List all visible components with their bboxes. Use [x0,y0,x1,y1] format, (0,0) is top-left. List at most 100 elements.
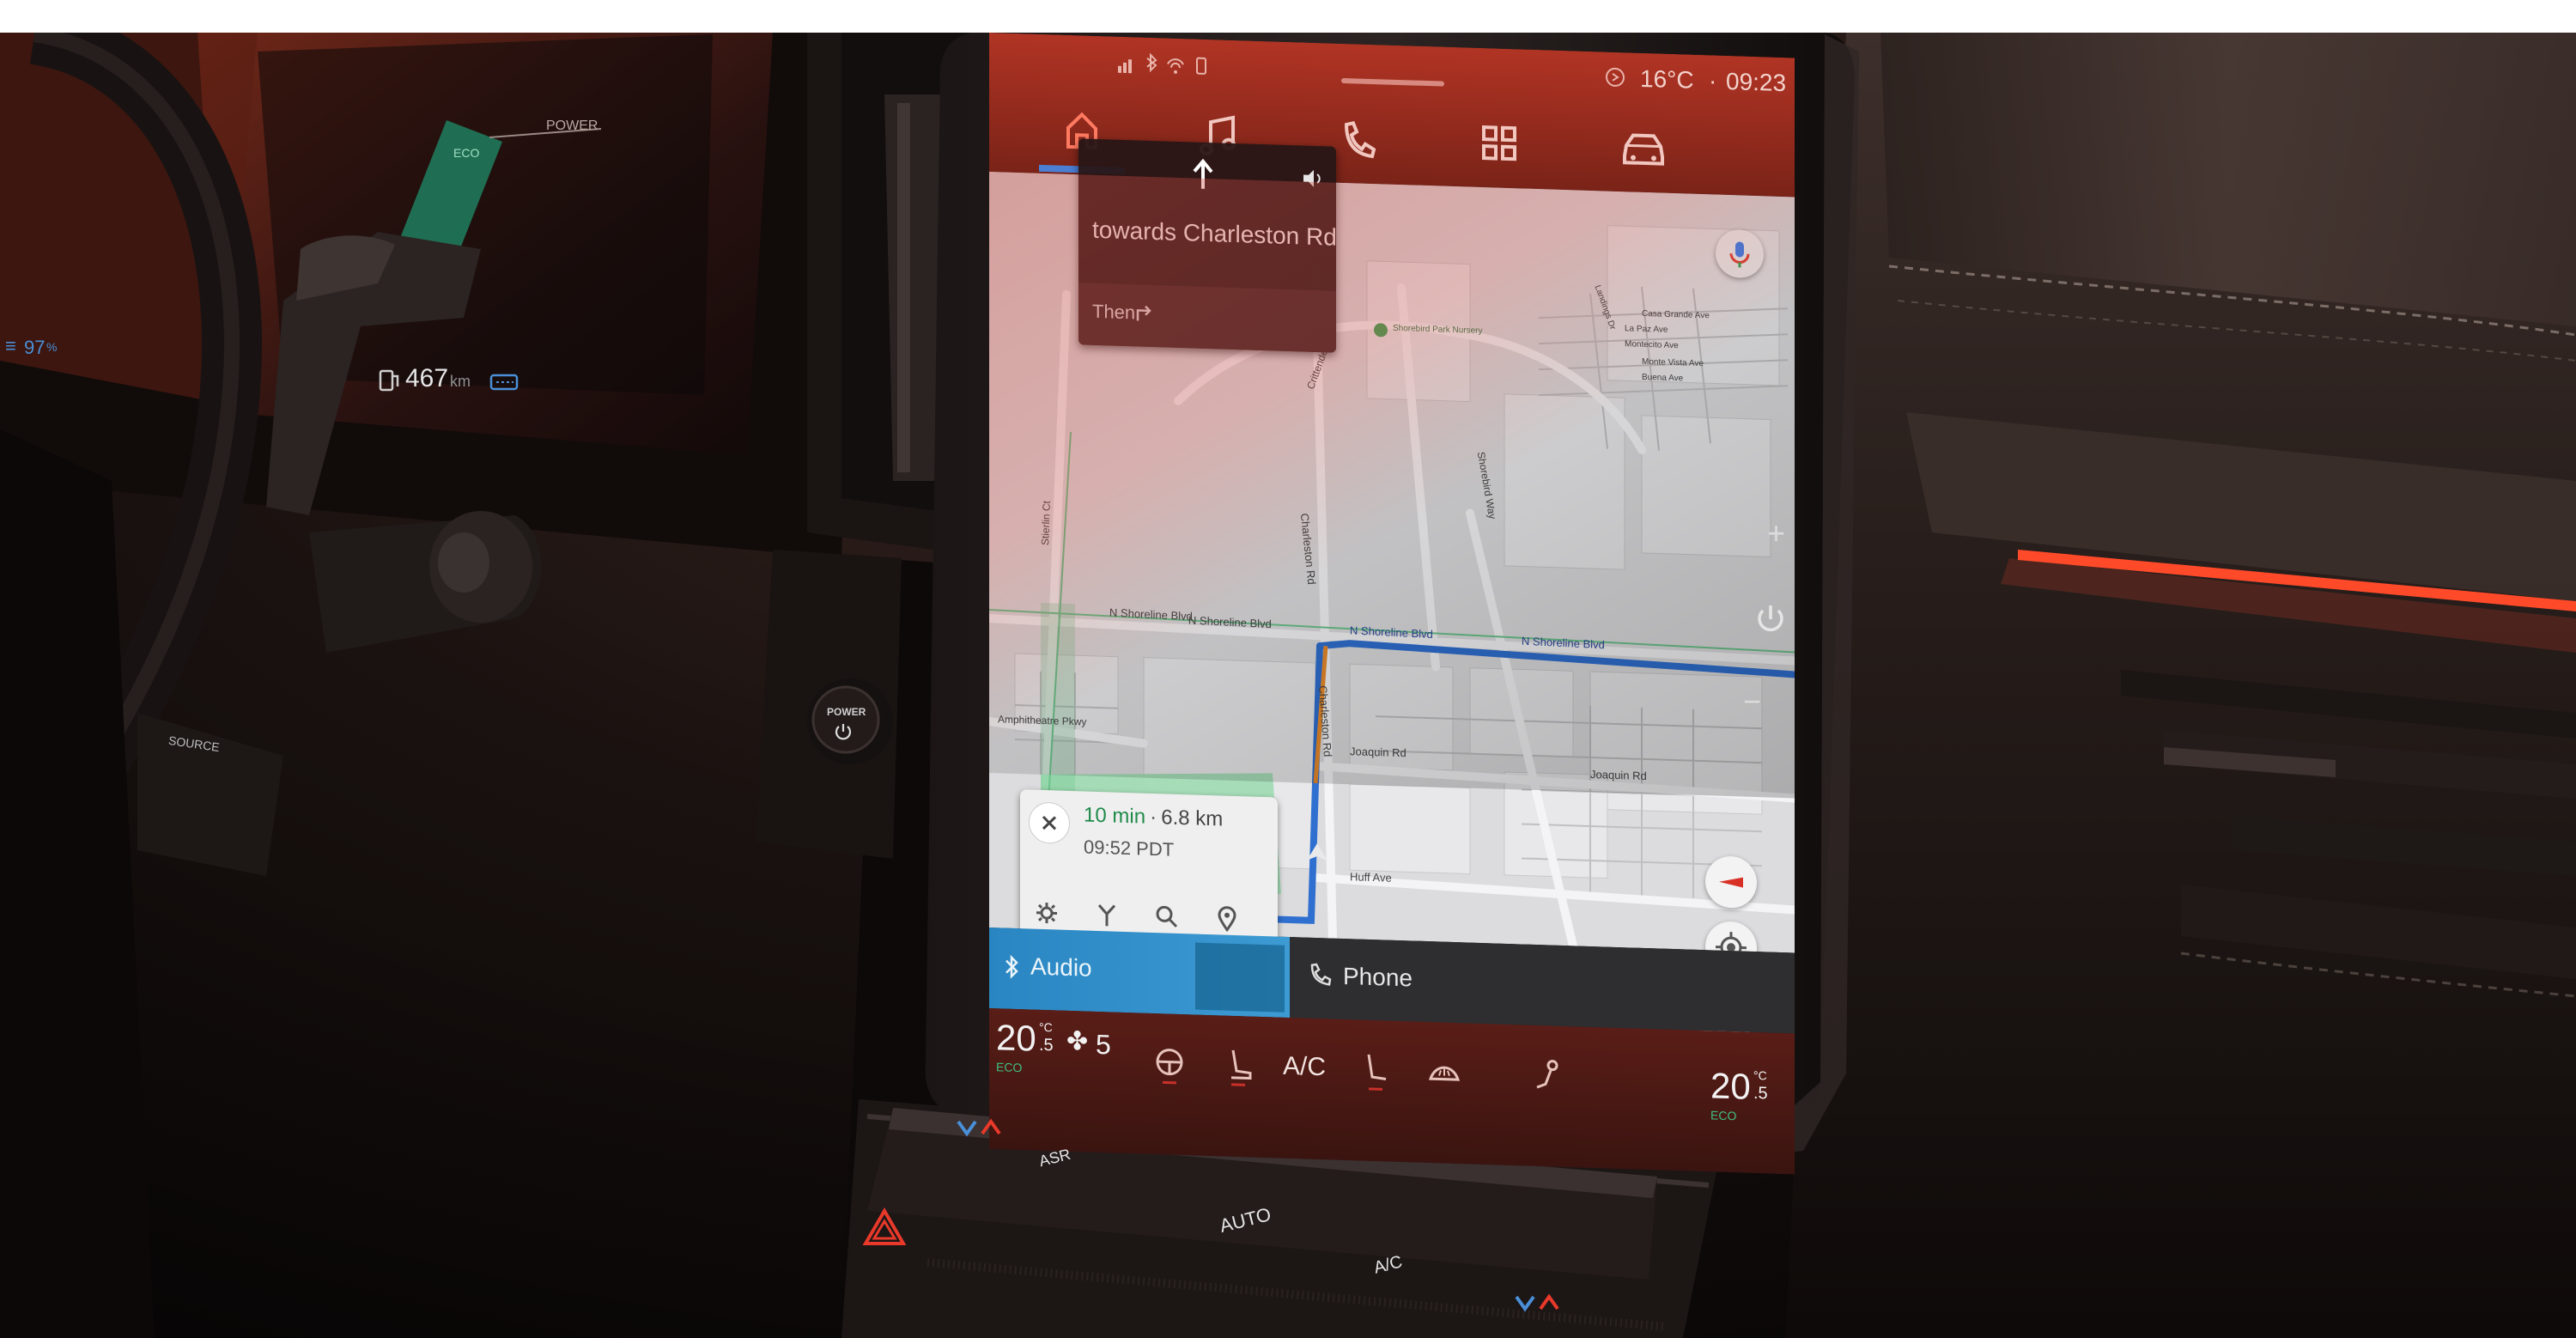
volume-down-button[interactable]: − [1743,684,1761,720]
temp-down-left-button[interactable] [953,1116,1005,1142]
battery-percent-sign: % [46,340,58,354]
windshield-defrost-icon [1428,1066,1461,1081]
left-temperature[interactable]: 20 °C .5 ECO [996,1017,1065,1088]
microphone-icon [1729,241,1750,268]
seat-heat-icon [1367,1054,1387,1091]
street-label: Stierlin Ct [1039,500,1053,546]
climate-bar: 20 °C .5 ECO ✤ 5 A/C 20 °C .5 ECO [989,1008,1795,1175]
voice-search-button[interactable] [1716,228,1764,279]
drag-handle[interactable] [1341,77,1444,87]
seat-heat-right-button[interactable] [1350,1045,1401,1098]
volume-icon[interactable] [1300,166,1324,191]
volume-up-button[interactable]: + [1767,515,1785,551]
audio-label: Audio [1030,952,1092,982]
hazard-triangle-icon [862,1207,907,1245]
street-label: Buena Ave [1642,372,1684,384]
climate-mode-button[interactable] [1522,1050,1573,1104]
power-button-label: POWER [827,706,866,718]
power-icon[interactable] [833,721,854,742]
turn-instruction-card[interactable]: towards Charleston Rd Then [1078,138,1337,353]
street-label: Monte Vista Ave [1642,356,1704,369]
fan-speed-value: 5 [1096,1028,1111,1061]
right-eco-label: ECO [1710,1108,1737,1123]
cluster-eco-label: ECO [453,146,480,160]
range-readout: 467 km [378,361,550,404]
apps-grid-icon [1482,125,1516,161]
temp-down-right-button[interactable] [1511,1292,1563,1317]
street-label: La Paz Ave [1625,324,1668,335]
nav-vehicle[interactable] [1601,103,1686,192]
top-margin [0,0,2576,33]
close-icon [1042,815,1057,830]
left-temp-unit: °C [1039,1019,1053,1035]
audio-card[interactable]: Audio [989,927,1290,1018]
car-interior-photo: POWER ECO 467 km ≡ 97 % SOURCE POWER 16°… [0,0,2576,1338]
charge-plug-icon [378,368,400,393]
eta-distance: 6.8 km [1161,806,1224,831]
eta-minutes: 10 min [1084,803,1146,829]
then-label: Then [1092,300,1136,324]
eta-separator: · [1150,805,1157,830]
infotainment-screen: 16°C · 09:23 N Shoreline Blvd N Shorelin… [989,33,1795,1175]
nav-apps[interactable] [1456,99,1542,187]
fan-speed-control[interactable]: ✤ 5 [1066,1025,1127,1069]
fan-icon: ✤ [1066,1026,1089,1056]
bluetooth-icon [1003,952,1022,982]
search-icon[interactable] [1154,903,1180,930]
right-temp-unit: °C [1753,1067,1767,1083]
then-row: Then [1078,283,1336,353]
seat-heat-left-button[interactable] [1212,1041,1264,1094]
seat-heat-icon [1231,1049,1252,1086]
alternate-routes-icon[interactable] [1094,902,1120,928]
defrost-button[interactable] [1419,1048,1470,1101]
location-pin-icon[interactable] [1214,905,1240,933]
right-temp-decimal: .5 [1753,1083,1768,1104]
assistant-status-icon [1604,66,1626,89]
right-temperature[interactable]: 20 °C .5 ECO [1710,1065,1788,1136]
hazard-button[interactable] [859,1202,910,1254]
locate-icon [1716,932,1747,953]
phone-card-icon [1307,962,1333,988]
eta-summary: 10 min · 6.8 km [1084,803,1223,836]
phone-label: Phone [1343,962,1413,992]
steering-wheel-heat-icon [1156,1049,1183,1085]
chevron-down-icon [1515,1293,1559,1312]
compass-button[interactable] [1705,855,1757,909]
straight-arrow-icon [1188,157,1218,192]
airflow-person-icon [1536,1060,1558,1089]
status-separator: · [1709,67,1717,94]
power-icon [1758,605,1783,632]
phone-card[interactable]: Phone [1290,936,1795,1034]
eta-card[interactable]: 10 min · 6.8 km 09:52 PDT [1020,789,1278,952]
car-icon [1623,133,1664,166]
left-temp-decimal: .5 [1039,1035,1054,1055]
range-unit: km [450,373,471,390]
street-label: Huff Ave [1350,870,1392,885]
status-temperature: 16°C [1640,64,1694,94]
right-temp-value: 20 [1710,1065,1751,1107]
street-label: Joaquin Rd [1590,767,1647,783]
left-eco-label: ECO [996,1060,1023,1075]
album-art [1195,942,1285,1013]
steering-heat-button[interactable] [1144,1039,1195,1092]
instruction-text: towards Charleston Rd [1092,216,1337,251]
left-temp-value: 20 [996,1017,1036,1059]
battery-readout: ≡ 97 % [0,333,69,359]
status-icons [1115,49,1235,82]
recenter-button[interactable] [1705,921,1757,953]
screen-power-button[interactable] [1752,601,1789,639]
settings-gear-icon[interactable] [1034,900,1060,927]
compass-icon [1719,877,1743,888]
cluster-power-label: POWER [546,119,598,133]
street-label: Joaquin Rd [1350,745,1406,760]
chevron-down-icon [957,1118,1001,1137]
end-navigation-button[interactable] [1029,801,1070,844]
street-label: Montecito Ave [1625,339,1679,351]
battery-percent: 97 [24,337,46,358]
ac-button[interactable]: A/C [1283,1052,1326,1083]
status-time: 09:23 [1726,67,1787,97]
range-value: 467 [405,364,449,392]
turn-right-icon [1133,301,1154,323]
eco-mode-icon [489,373,520,392]
eta-arrival-time: 09:52 PDT [1084,836,1175,861]
